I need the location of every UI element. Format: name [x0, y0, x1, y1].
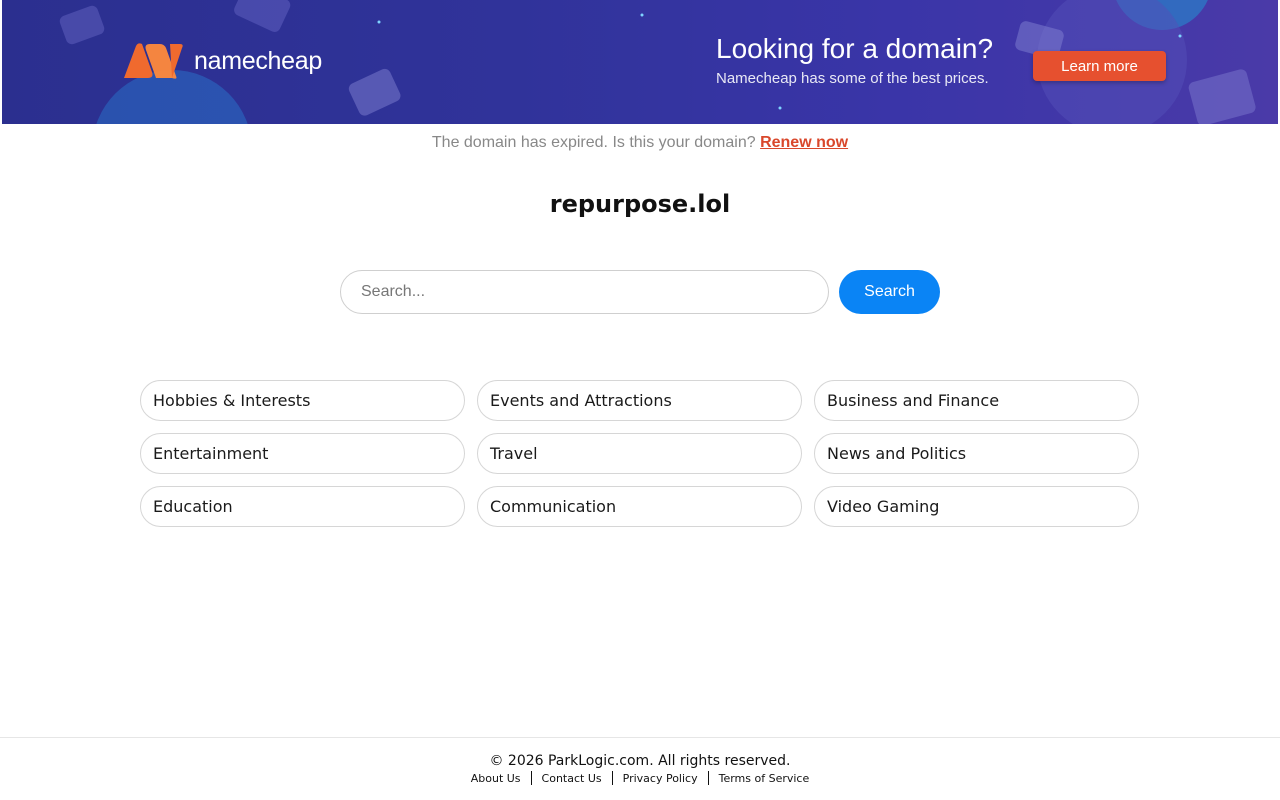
- copyright-text: © 2026 ParkLogic.com. All rights reserve…: [489, 753, 791, 769]
- learn-more-button[interactable]: Learn more: [1033, 51, 1166, 81]
- search-button[interactable]: Search: [839, 270, 940, 314]
- search-input[interactable]: [340, 270, 829, 314]
- promo-banner: namecheap Looking for a domain? Namechea…: [2, 0, 1278, 124]
- expired-notice: The domain has expired. Is this your dom…: [0, 134, 1280, 152]
- category-link[interactable]: News and Politics: [814, 433, 1139, 474]
- namecheap-logo[interactable]: namecheap: [122, 42, 322, 80]
- footer: © 2026 ParkLogic.com. All rights reserve…: [0, 737, 1280, 800]
- about-us-link[interactable]: About Us: [461, 772, 531, 785]
- category-link[interactable]: Video Gaming: [814, 486, 1139, 527]
- privacy-policy-link[interactable]: Privacy Policy: [613, 772, 708, 785]
- terms-of-service-link[interactable]: Terms of Service: [709, 772, 820, 785]
- category-link[interactable]: Education: [140, 486, 465, 527]
- category-link[interactable]: Events and Attractions: [477, 380, 802, 421]
- category-link[interactable]: Business and Finance: [814, 380, 1139, 421]
- promo-subtitle: Namecheap has some of the best prices.: [716, 70, 989, 87]
- renew-now-link[interactable]: Renew now: [760, 134, 848, 151]
- namecheap-n-icon: [124, 43, 183, 79]
- promo-text: Looking for a domain? Namecheap has some…: [716, 33, 993, 89]
- footer-links: About Us Contact Us Privacy Policy Terms…: [0, 771, 1280, 785]
- category-list: Hobbies & Interests Events and Attractio…: [140, 380, 1140, 527]
- brand-name: namecheap: [194, 46, 322, 75]
- contact-us-link[interactable]: Contact Us: [532, 772, 612, 785]
- category-link[interactable]: Entertainment: [140, 433, 465, 474]
- expired-notice-text: The domain has expired. Is this your dom…: [431, 134, 756, 151]
- domain-name: repurpose.lol: [549, 190, 731, 218]
- promo-title: Looking for a domain?: [716, 33, 994, 64]
- category-link[interactable]: Communication: [477, 486, 802, 527]
- category-link[interactable]: Travel: [477, 433, 802, 474]
- category-link[interactable]: Hobbies & Interests: [140, 380, 465, 421]
